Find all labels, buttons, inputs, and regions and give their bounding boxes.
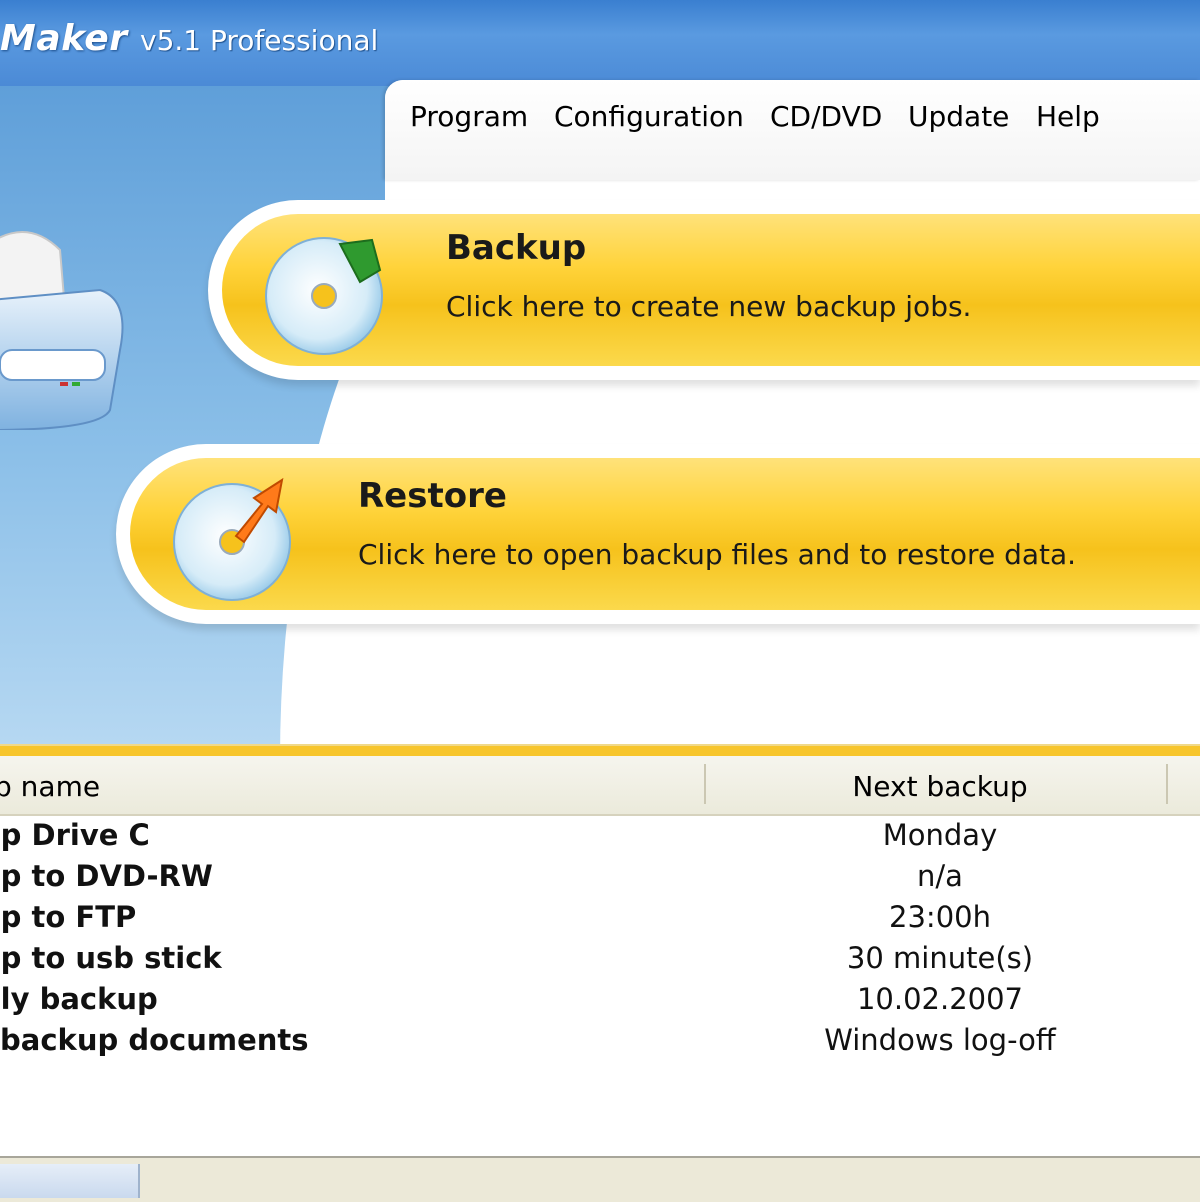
job-next-backup: 30 minute(s) bbox=[846, 941, 1034, 975]
job-name: l backup documents bbox=[0, 1023, 309, 1057]
job-next-backup: 23:00h bbox=[889, 900, 991, 934]
backup-description: Click here to create new backup jobs. bbox=[446, 290, 972, 323]
menu-cd-dvd[interactable]: CD/DVD bbox=[770, 100, 882, 133]
job-next-backup: n/a bbox=[917, 859, 963, 893]
menu-help[interactable]: Help bbox=[1036, 100, 1100, 133]
menu-update[interactable]: Update bbox=[908, 100, 1009, 133]
restore-title: Restore bbox=[358, 476, 507, 516]
restore-description: Click here to open backup files and to r… bbox=[358, 538, 1077, 571]
column-header-next-backup[interactable]: Next backup bbox=[740, 770, 1140, 803]
backup-disc-icon bbox=[265, 237, 383, 355]
column-separator[interactable] bbox=[1166, 764, 1168, 804]
drive-icon bbox=[0, 231, 124, 430]
job-next-backup: 10.02.2007 bbox=[856, 982, 1024, 1016]
job-name: up to usb stick bbox=[0, 941, 222, 975]
job-name: up to DVD-RW bbox=[0, 859, 213, 893]
app-title: Maker bbox=[0, 18, 128, 59]
title-bar: Maker v5.1 Professional bbox=[0, 0, 1200, 86]
job-name: up to FTP bbox=[0, 900, 137, 934]
restore-disc-icon bbox=[173, 477, 291, 601]
column-separator[interactable] bbox=[704, 764, 706, 804]
status-panel bbox=[0, 1164, 140, 1198]
job-name: nly backup bbox=[0, 982, 158, 1016]
list-top-border bbox=[0, 744, 1200, 756]
status-bar bbox=[0, 1156, 1200, 1202]
job-next-backup: Windows log-off bbox=[824, 1023, 1056, 1057]
backup-title: Backup bbox=[446, 228, 587, 268]
menu-configuration[interactable]: Configuration bbox=[554, 100, 744, 133]
app-version: v5.1 Professional bbox=[140, 24, 379, 57]
job-next-backup: Monday bbox=[882, 818, 998, 852]
column-header-name[interactable]: p name bbox=[0, 770, 100, 803]
job-name: up Drive C bbox=[0, 818, 150, 852]
menu-program[interactable]: Program bbox=[410, 100, 528, 133]
